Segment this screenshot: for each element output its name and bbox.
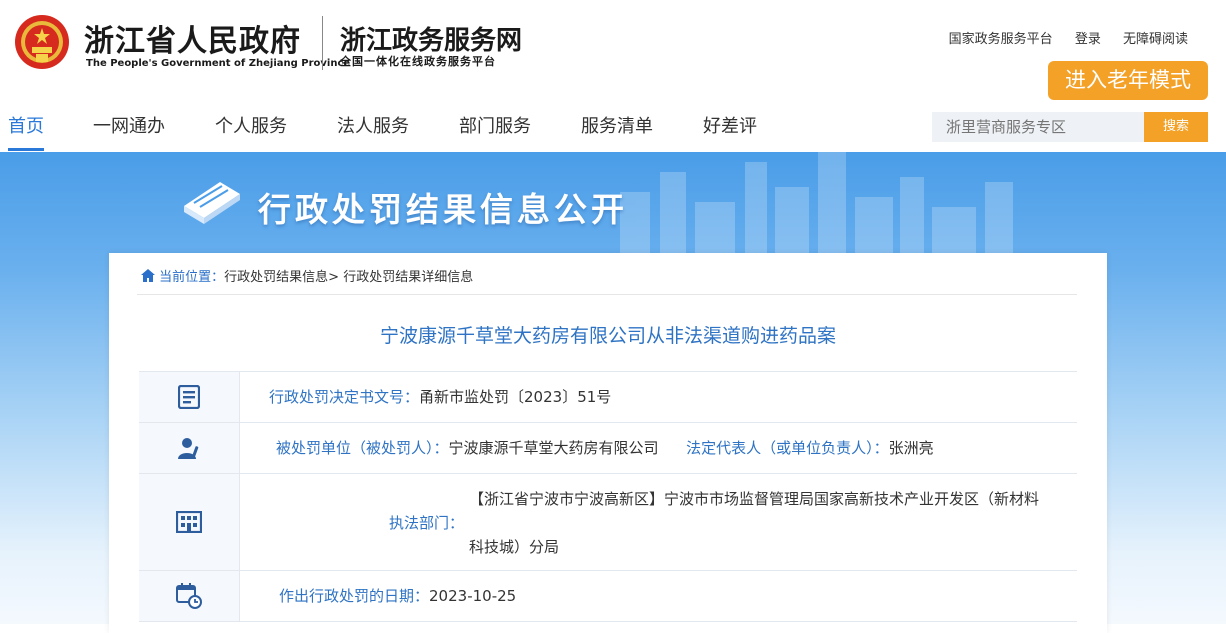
header-divider: [322, 16, 323, 70]
gov-name-en: The People's Government of Zhejiang Prov…: [86, 58, 351, 69]
gov-name-cn: 浙江省人民政府: [84, 24, 301, 59]
nav-one-network[interactable]: 一网通办: [93, 112, 165, 148]
punished-value: 宁波康源千草堂大药房有限公司: [448, 439, 659, 457]
service-name[interactable]: 浙江政务服务网: [340, 20, 522, 57]
decision-no-value: 甬新市监处罚〔2023〕51号: [419, 388, 612, 406]
book-icon: [184, 182, 240, 224]
breadcrumb-location-label: 当前位置：: [159, 270, 225, 285]
row-department: 执法部门： 【浙江省宁波市宁波高新区】宁波市市场监督管理局国家高新技术产业开发区…: [139, 474, 1077, 571]
search-button[interactable]: 搜索: [1144, 112, 1208, 142]
nav-service-list[interactable]: 服务清单: [581, 112, 653, 148]
login-link[interactable]: 登录: [1075, 32, 1101, 47]
row-text: 被处罚单位（被处罚人）：宁波康源千草堂大药房有限公司 法定代表人（或单位负责人）…: [276, 423, 1077, 473]
case-title: 宁波康源千草堂大药房有限公司从非法渠道购进药品案: [379, 325, 836, 347]
site-header: 浙江省人民政府 The People's Government of Zheji…: [0, 0, 1226, 100]
emblem-icon: [15, 15, 69, 69]
breadcrumb-item-current: 行政处罚结果详细信息: [343, 270, 474, 285]
row-punished-party: 被处罚单位（被处罚人）：宁波康源千草堂大药房有限公司 法定代表人（或单位负责人）…: [139, 423, 1077, 474]
national-platform-link[interactable]: 国家政务服务平台: [949, 32, 1053, 47]
nav-home[interactable]: 首页: [8, 112, 44, 151]
row-icon-cell: [139, 571, 240, 621]
nav-department-services[interactable]: 部门服务: [459, 112, 531, 148]
document-icon: [178, 385, 200, 409]
row-text: 执法部门： 【浙江省宁波市宁波高新区】宁波市市场监督管理局国家高新技术产业开发区…: [269, 474, 1077, 570]
breadcrumb-divider: [137, 294, 1077, 295]
home-icon: [141, 269, 155, 282]
calendar-clock-icon: [176, 583, 202, 609]
row-date: 作出行政处罚的日期：2023-10-25: [139, 571, 1077, 622]
row-icon-cell: [139, 372, 240, 422]
top-links: 国家政务服务平台 登录 无障碍阅读: [931, 28, 1188, 47]
user-icon: [178, 438, 199, 459]
content-card: 当前位置：行政处罚结果信息> 行政处罚结果详细信息 宁波康源千草堂大药房有限公司…: [109, 253, 1107, 633]
breadcrumb-item[interactable]: 行政处罚结果信息>: [224, 270, 339, 285]
nav-legal-person-services[interactable]: 法人服务: [337, 112, 409, 148]
legal-rep-value: 张洲亮: [888, 439, 934, 457]
dept-label: 执法部门：: [389, 514, 465, 532]
accessibility-link[interactable]: 无障碍阅读: [1123, 32, 1188, 47]
building-icon: [176, 511, 202, 533]
city-skyline-decoration: [620, 152, 1013, 262]
dept-value-line1: 【浙江省宁波市宁波高新区】宁波市市场监督管理局国家高新技术产业开发区（新材料: [469, 490, 1040, 508]
case-info-table: 行政处罚决定书文号：甬新市监处罚〔2023〕51号 被处罚单位（被处罚人）：宁波…: [139, 371, 1077, 622]
row-icon-cell: [139, 423, 240, 473]
row-text: 作出行政处罚的日期：2023-10-25: [279, 571, 1077, 621]
nav-evaluation[interactable]: 好差评: [703, 112, 757, 148]
service-subtitle: 全国一体化在线政务服务平台: [340, 55, 496, 68]
row-decision-no: 行政处罚决定书文号：甬新市监处罚〔2023〕51号: [139, 371, 1077, 423]
date-label: 作出行政处罚的日期：: [279, 587, 430, 605]
date-value: 2023-10-25: [429, 587, 517, 605]
legal-rep-label: 法定代表人（或单位负责人）：: [686, 439, 889, 457]
elder-mode-button[interactable]: 进入老年模式: [1048, 61, 1208, 100]
punished-label: 被处罚单位（被处罚人）：: [276, 439, 449, 457]
row-text: 行政处罚决定书文号：甬新市监处罚〔2023〕51号: [269, 372, 1077, 422]
breadcrumb: 当前位置：行政处罚结果信息> 行政处罚结果详细信息: [141, 266, 473, 285]
banner-title: 行政处罚结果信息公开: [258, 190, 628, 229]
nav-personal-services[interactable]: 个人服务: [215, 112, 287, 148]
search-input[interactable]: [932, 112, 1144, 142]
decision-no-label: 行政处罚决定书文号：: [269, 388, 420, 406]
dept-value-line2: 科技城）分局: [469, 538, 560, 556]
row-icon-cell: [139, 474, 240, 570]
